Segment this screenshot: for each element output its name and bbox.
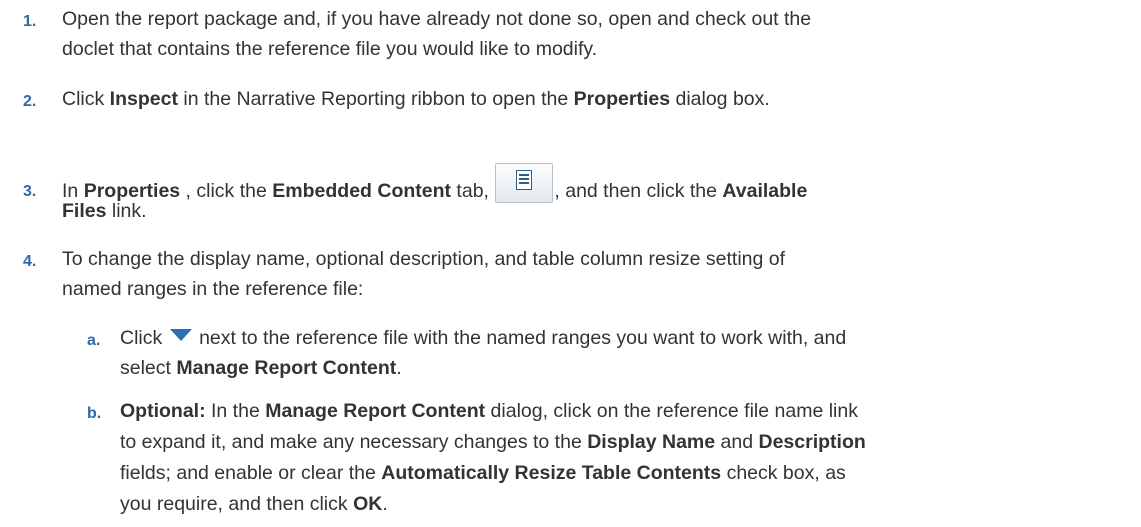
step-text: Click Inspect in the Narrative Reporting… [62,86,1132,113]
step-text-line: Files link. [62,198,1132,225]
text-run: . [396,357,402,379]
substep-text-line: you require, and then click OK. [120,491,1135,518]
step-number: 3. [23,183,37,200]
dropdown-triangle-icon[interactable] [169,329,192,341]
text-run: in the Narrative Reporting ribbon to ope… [177,88,574,110]
step-text-line: Open the report package and, if you have… [62,8,812,30]
text-run: next to the reference file with the name… [193,327,847,349]
substep-text-line: Optional: In the Manage Report Content d… [120,398,1135,425]
substep-letter: b. [87,405,102,422]
text-run: link. [106,200,147,222]
text-run: Click [120,327,168,349]
text-run: and [715,431,759,453]
ui-term-display-name: Display Name [587,431,716,453]
ui-term-description: Description [758,431,866,453]
text-run: . [382,493,388,515]
ui-term-available-files: Files [62,200,107,222]
ui-term-optional: Optional: [120,400,206,422]
embedded-content-tab-icon[interactable] [495,163,554,203]
substep-text-line: fields; and enable or clear the Automati… [120,460,1135,487]
text-run: Click [62,88,110,110]
procedure-steps: 1. Open the report package and, if you h… [0,0,1141,527]
step-number: 1. [23,13,37,30]
ui-term-ok: OK [353,493,383,515]
step-number: 2. [23,93,37,110]
substep-letter: a. [87,332,101,349]
text-run: dialog box. [670,88,770,110]
document-icon [516,170,533,190]
text-run: fields; and enable or clear the [120,462,382,484]
step-number: 4. [23,253,37,270]
ui-term-inspect: Inspect [109,88,178,110]
ui-term-manage-report-content: Manage Report Content [265,400,486,422]
ui-term-properties: Properties [573,88,671,110]
substep-text-line: Click next to the reference file with th… [120,325,1135,352]
ui-term-manage-report-content: Manage Report Content [176,357,397,379]
text-run: select [120,357,177,379]
text-run: check box, as [721,462,846,484]
text-run: to expand it, and make any necessary cha… [120,431,588,453]
step-text-line: named ranges in the reference file: [62,278,364,300]
step-text-line: doclet that contains the reference file … [62,38,598,60]
ui-term-auto-resize: Automatically Resize Table Contents [381,462,722,484]
text-run: you require, and then click [120,493,354,515]
substep-text-line: select Manage Report Content. [120,355,1135,382]
step-text-line: To change the display name, optional des… [62,248,786,270]
text-run: dialog, click on the reference file name… [485,400,858,422]
text-run: In the [205,400,266,422]
substep-text-line: to expand it, and make any necessary cha… [120,429,1135,456]
